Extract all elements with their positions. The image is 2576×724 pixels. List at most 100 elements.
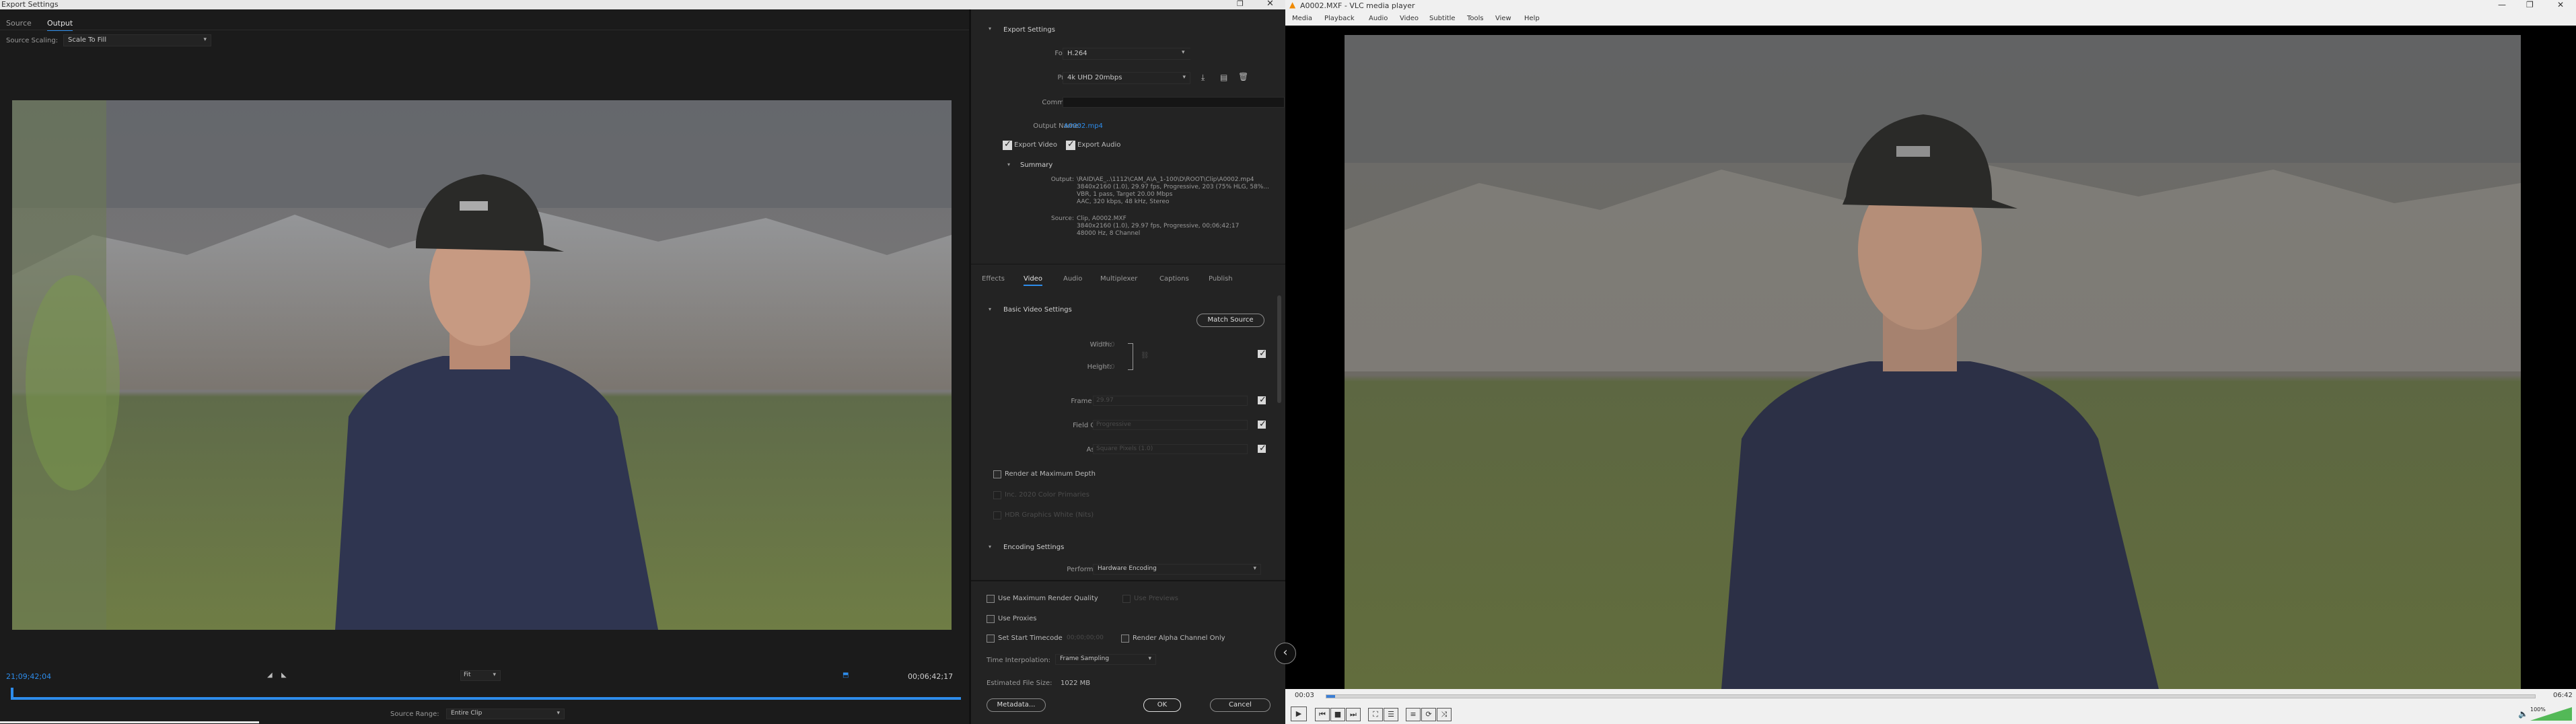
field-order-dropdown[interactable]: Progressive bbox=[1093, 420, 1248, 430]
tab-audio[interactable]: Audio bbox=[1063, 275, 1082, 283]
play-button[interactable]: ▶ bbox=[1291, 707, 1307, 721]
export-settings-chevron-icon[interactable]: ▾ bbox=[989, 26, 991, 32]
cancel-label: Cancel bbox=[1229, 701, 1252, 709]
speaker-icon[interactable]: 🔈 bbox=[2518, 709, 2528, 719]
height-value[interactable]: 2,160 bbox=[1096, 363, 1115, 371]
source-range-dropdown[interactable]: Entire Clip ▾ bbox=[446, 709, 565, 719]
performance-dropdown[interactable]: Hardware Encoding ▾ bbox=[1093, 564, 1261, 575]
render-max-depth-label: Render at Maximum Depth bbox=[1005, 470, 1096, 478]
estimated-file-size-label: Estimated File Size: bbox=[987, 680, 1052, 687]
use-previews-checkbox[interactable] bbox=[1122, 595, 1131, 603]
import-preset-icon[interactable]: ▤ bbox=[1220, 73, 1227, 82]
width-value[interactable]: 3,840 bbox=[1096, 341, 1115, 349]
match-aspect-checkbox[interactable] bbox=[1258, 443, 1266, 454]
preset-dropdown[interactable]: 4k UHD 20mbps ▾ bbox=[1063, 72, 1190, 84]
aspect-dropdown[interactable]: Square Pixels (1.0) bbox=[1093, 444, 1248, 454]
source-scaling-dropdown[interactable]: Scale To Fill ▾ bbox=[63, 34, 211, 46]
crop-icon[interactable]: ⬒ bbox=[843, 672, 849, 679]
frame-rate-dropdown[interactable]: 29.97 bbox=[1093, 396, 1248, 406]
render-alpha-checkbox[interactable] bbox=[1121, 635, 1129, 643]
encoding-title: Encoding Settings bbox=[1003, 544, 1065, 551]
export-video-checkbox[interactable] bbox=[1003, 139, 1012, 150]
menu-tools[interactable]: Tools bbox=[1467, 15, 1484, 22]
playlist-button[interactable]: ≡ bbox=[1406, 708, 1421, 721]
tab-multiplexer[interactable]: Multiplexer bbox=[1100, 275, 1137, 283]
match-frame-rate-checkbox[interactable] bbox=[1258, 395, 1266, 405]
max-render-quality-label: Use Maximum Render Quality bbox=[998, 595, 1098, 602]
menu-media[interactable]: Media bbox=[1292, 15, 1312, 22]
menu-view[interactable]: View bbox=[1495, 15, 1511, 22]
menu-audio[interactable]: Audio bbox=[1369, 15, 1388, 22]
time-interpolation-label: Time Interpolation: bbox=[987, 657, 1051, 664]
tab-video[interactable]: Video bbox=[1024, 275, 1043, 286]
summary-title: Summary bbox=[1020, 161, 1053, 169]
tab-publish[interactable]: Publish bbox=[1209, 275, 1233, 283]
horizontal-scrollbar[interactable] bbox=[0, 721, 259, 723]
match-source-button[interactable]: Match Source bbox=[1196, 314, 1264, 327]
summary-line: \RAID\AE_..\1112\CAM_A\A_1-100\D\ROOT\Cl… bbox=[1077, 176, 1254, 183]
next-button[interactable]: ⏭ bbox=[1346, 708, 1361, 721]
minimize-icon[interactable]: — bbox=[2498, 0, 2506, 9]
stop-button[interactable]: ■ bbox=[1330, 708, 1345, 721]
maximize-icon[interactable]: ❐ bbox=[2526, 0, 2534, 9]
out-point-icon[interactable]: ◣ bbox=[281, 672, 287, 679]
metadata-button[interactable]: Metadata... bbox=[987, 698, 1046, 712]
summary-chevron-icon[interactable]: ▾ bbox=[1007, 161, 1010, 168]
settings-panel: ▾ Export Settings Format: H.264 ▾ ▾ Pres… bbox=[969, 9, 1285, 724]
loop-button[interactable]: ⟳ bbox=[1421, 708, 1436, 721]
volume-level: 100% bbox=[2530, 707, 2546, 713]
tab-source[interactable]: Source bbox=[6, 19, 32, 28]
hdr-primaries-checkbox[interactable] bbox=[993, 491, 1001, 499]
source-scaling-value: Scale To Fill bbox=[68, 36, 107, 44]
seek-bar[interactable] bbox=[1326, 694, 2536, 698]
restore-icon[interactable]: ❐ bbox=[1237, 0, 1244, 8]
max-render-quality-checkbox[interactable] bbox=[987, 595, 995, 603]
close-icon[interactable]: ✕ bbox=[2557, 0, 2564, 9]
menu-video[interactable]: Video bbox=[1400, 15, 1419, 22]
ok-button[interactable]: OK bbox=[1143, 698, 1181, 712]
output-name-link[interactable]: A0002.mp4 bbox=[1064, 122, 1103, 130]
format-chevron-icon[interactable]: ▾ bbox=[1182, 49, 1185, 56]
export-audio-checkbox[interactable] bbox=[1066, 139, 1075, 150]
encoding-chevron-icon[interactable]: ▾ bbox=[989, 544, 991, 550]
match-width-checkbox[interactable] bbox=[1258, 349, 1266, 359]
estimated-file-size-value: 1022 MB bbox=[1061, 680, 1091, 687]
in-point-icon[interactable]: ◢ bbox=[267, 672, 273, 679]
vlc-video bbox=[1345, 35, 2521, 689]
summary-line: 3840x2160 (1.0), 29.97 fps, Progressive,… bbox=[1077, 184, 1269, 190]
collapse-panel-button[interactable]: ‹ bbox=[1275, 643, 1296, 664]
extended-settings-button[interactable]: ☰ bbox=[1384, 708, 1398, 721]
chain-link-icon[interactable]: ⛓ bbox=[1141, 352, 1149, 359]
fit-dropdown[interactable]: Fit ▾ bbox=[460, 670, 501, 681]
start-timecode-value[interactable]: 00;00;00;00 bbox=[1067, 635, 1104, 641]
timeline-scrubber[interactable] bbox=[11, 697, 961, 700]
playhead[interactable] bbox=[11, 688, 13, 700]
match-field-order-checkbox[interactable] bbox=[1258, 419, 1266, 429]
hdr-graphics-checkbox[interactable] bbox=[993, 511, 1001, 519]
tab-captions[interactable]: Captions bbox=[1159, 275, 1189, 283]
settings-scrollbar[interactable] bbox=[1277, 295, 1281, 403]
menu-subtitle[interactable]: Subtitle bbox=[1429, 15, 1456, 22]
cancel-button[interactable]: Cancel bbox=[1210, 698, 1271, 712]
chevron-down-icon: ▾ bbox=[493, 672, 496, 678]
use-proxies-checkbox[interactable] bbox=[987, 615, 995, 623]
metadata-label: Metadata... bbox=[997, 701, 1036, 709]
close-icon[interactable]: ✕ bbox=[1266, 0, 1274, 9]
fullscreen-button[interactable]: ⛶ bbox=[1368, 708, 1383, 721]
set-start-timecode-checkbox[interactable] bbox=[987, 635, 995, 643]
basic-video-chevron-icon[interactable]: ▾ bbox=[989, 306, 991, 312]
current-timecode[interactable]: 21;09;42;04 bbox=[6, 672, 51, 681]
tab-effects[interactable]: Effects bbox=[982, 275, 1005, 283]
menu-playback[interactable]: Playback bbox=[1324, 15, 1355, 22]
shuffle-icon: ⤨ bbox=[1441, 710, 1447, 719]
vlc-menu-bar: Media Playback Audio Video Subtitle Tool… bbox=[1285, 12, 2576, 26]
shuffle-button[interactable]: ⤨ bbox=[1437, 708, 1452, 721]
previous-button[interactable]: ⏮ bbox=[1315, 708, 1330, 721]
render-max-depth-checkbox[interactable] bbox=[993, 470, 1001, 478]
save-preset-icon[interactable]: ⤓ bbox=[1201, 73, 1205, 83]
time-interpolation-dropdown[interactable]: Frame Sampling ▾ bbox=[1055, 654, 1156, 665]
delete-preset-icon[interactable]: 🗑 bbox=[1238, 72, 1248, 81]
aspect-link-bracket bbox=[1128, 343, 1133, 370]
menu-help[interactable]: Help bbox=[1524, 15, 1540, 22]
comments-input[interactable] bbox=[1063, 97, 1285, 108]
